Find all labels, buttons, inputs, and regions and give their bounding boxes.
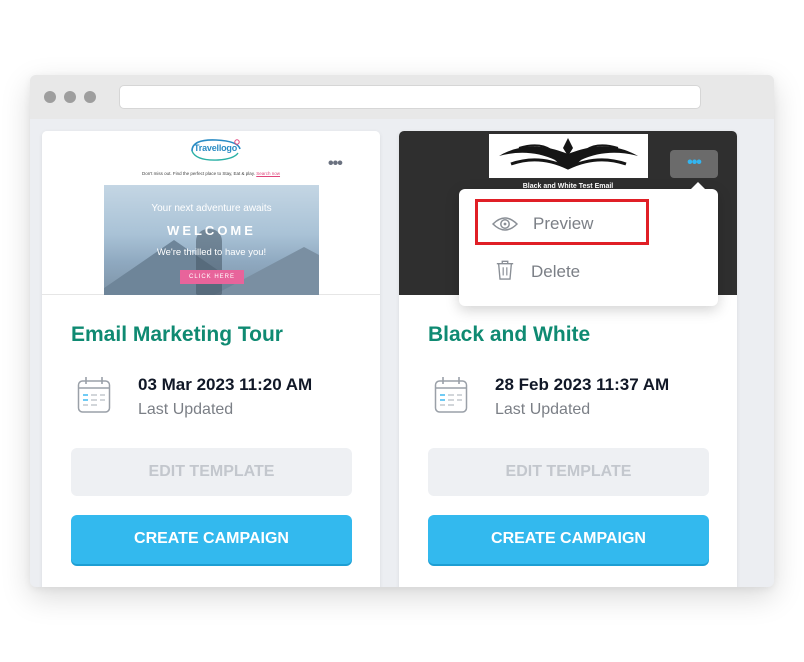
menu-item-label: Preview <box>533 214 594 233</box>
template-thumbnail[interactable]: Travellogo Don't miss out. Find the perf… <box>42 131 380 295</box>
browser-titlebar <box>30 75 774 119</box>
more-options-icon[interactable]: ••• <box>328 155 343 173</box>
calendar-icon <box>434 377 468 413</box>
hero-message: We're thrilled to have you! <box>156 247 267 258</box>
last-updated-date: 28 Feb 2023 11:37 AM <box>495 375 670 394</box>
address-bar[interactable] <box>119 85 701 109</box>
tagline-link: Search now <box>256 171 281 176</box>
logo-text: Travellogo <box>194 143 238 153</box>
card-title: Email Marketing Tour <box>71 323 283 346</box>
hero-subtitle: Your next adventure awaits <box>151 203 272 214</box>
edit-template-button[interactable]: EDIT TEMPLATE <box>71 448 352 496</box>
trash-icon <box>496 260 514 280</box>
window-dot-maximize[interactable] <box>84 91 96 103</box>
template-card-email-marketing-tour: Travellogo Don't miss out. Find the perf… <box>42 131 380 587</box>
hero-button: CLICK HERE <box>180 270 244 284</box>
window-dot-minimize[interactable] <box>64 91 76 103</box>
card-title: Black and White <box>428 323 591 346</box>
menu-caret <box>691 182 705 189</box>
last-updated-label: Last Updated <box>138 401 234 418</box>
menu-item-delete[interactable]: Delete <box>475 249 649 295</box>
eye-icon <box>492 217 518 231</box>
calendar-icon <box>77 377 111 413</box>
more-options-icon[interactable]: ••• <box>670 150 718 178</box>
last-updated-label: Last Updated <box>495 401 591 418</box>
create-campaign-button[interactable]: CREATE CAMPAIGN <box>71 515 352 564</box>
browser-window: Travellogo Don't miss out. Find the perf… <box>30 75 774 587</box>
menu-item-label: Delete <box>531 262 581 281</box>
tribal-banner-image <box>489 134 648 178</box>
travel-logo: Travellogo <box>188 137 244 163</box>
create-campaign-button[interactable]: CREATE CAMPAIGN <box>428 515 709 564</box>
menu-item-preview[interactable]: Preview <box>475 199 649 245</box>
last-updated-date: 03 Mar 2023 11:20 AM <box>138 375 313 394</box>
hero-image: Your next adventure awaits WELCOME We're… <box>104 185 319 295</box>
edit-template-button[interactable]: EDIT TEMPLATE <box>428 448 709 496</box>
window-dot-close[interactable] <box>44 91 56 103</box>
template-options-menu: Preview Delete <box>459 182 718 306</box>
hero-title: WELCOME <box>167 223 256 238</box>
